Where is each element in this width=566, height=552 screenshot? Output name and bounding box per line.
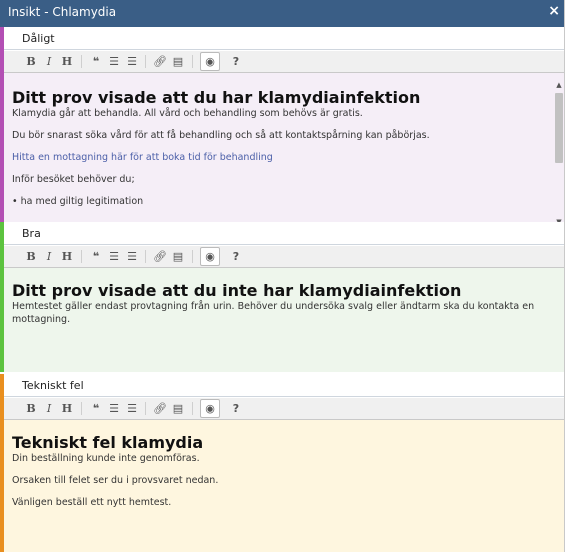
content-heading: Ditt prov visade att du inte har klamydi… (12, 281, 462, 300)
toolbar-separator (192, 250, 193, 263)
toolbar-separator (145, 55, 146, 68)
preview-eye-icon[interactable]: ◉ (200, 399, 220, 418)
editor-toolbar: B I H ❝ ☰ ☰ 🔗︎ ▤ ◉ ? (4, 246, 564, 268)
unordered-list-icon[interactable]: ☰ (106, 246, 122, 267)
section-bra: Bra B I H ❝ ☰ ☰ 🔗︎ ▤ ◉ ? Ditt prov visad… (0, 222, 564, 372)
clinic-link[interactable]: Hitta en mottagning här för att boka tid… (12, 151, 542, 164)
help-icon[interactable]: ? (228, 398, 244, 419)
help-icon[interactable]: ? (228, 246, 244, 267)
section-label: Dåligt (4, 27, 564, 50)
scrollbar[interactable]: ▲ ▼ (553, 73, 564, 230)
toolbar-separator (81, 250, 82, 263)
ordered-list-icon[interactable]: ☰ (124, 246, 140, 267)
help-icon[interactable]: ? (228, 51, 244, 72)
bold-button[interactable]: B (23, 398, 39, 419)
section-daligt: Dåligt B I H ❝ ☰ ☰ 🔗︎ ▤ ◉ ? Ditt prov vi… (0, 27, 564, 230)
italic-button[interactable]: I (41, 398, 57, 419)
scroll-up-arrow[interactable]: ▲ (553, 81, 564, 89)
quote-icon[interactable]: ❝ (88, 398, 104, 419)
image-icon[interactable]: ▤ (170, 51, 186, 72)
content-heading: Tekniskt fel klamydia (12, 433, 204, 452)
image-icon[interactable]: ▤ (170, 398, 186, 419)
heading-button[interactable]: H (59, 398, 75, 419)
toolbar-separator (192, 402, 193, 415)
content-paragraph: Klamydia går att behandla. All vård och … (12, 108, 363, 119)
content-list-item: • ha med giltig legitimation (12, 196, 144, 207)
section-tekniskt-fel: Tekniskt fel B I H ❝ ☰ ☰ 🔗︎ ▤ ◉ ? Teknis… (0, 374, 564, 552)
editor-content[interactable]: Tekniskt fel klamydia Din beställning ku… (4, 420, 564, 552)
italic-button[interactable]: I (41, 246, 57, 267)
editor-content[interactable]: Ditt prov visade att du inte har klamydi… (4, 268, 564, 372)
editor-toolbar: B I H ❝ ☰ ☰ 🔗︎ ▤ ◉ ? (4, 398, 564, 420)
preview-eye-icon[interactable]: ◉ (200, 247, 220, 266)
toolbar-separator (81, 402, 82, 415)
dialog-title: Insikt - Chlamydia (8, 5, 117, 19)
link-icon[interactable]: 🔗︎ (152, 398, 168, 419)
close-icon[interactable]: × (548, 3, 560, 19)
toolbar-separator (81, 55, 82, 68)
heading-button[interactable]: H (59, 51, 75, 72)
quote-icon[interactable]: ❝ (88, 51, 104, 72)
bold-button[interactable]: B (23, 246, 39, 267)
content-paragraph: Orsaken till felet ser du i provsvaret n… (12, 475, 219, 486)
content-paragraph: Du bör snarast söka vård för att få beha… (12, 130, 430, 141)
italic-button[interactable]: I (41, 51, 57, 72)
content-paragraph: Vänligen beställ ett nytt hemtest. (12, 497, 172, 508)
bold-button[interactable]: B (23, 51, 39, 72)
unordered-list-icon[interactable]: ☰ (106, 398, 122, 419)
editor-content[interactable]: Ditt prov visade att du har klamydiainfe… (4, 73, 564, 230)
content-heading: Ditt prov visade att du har klamydiainfe… (12, 88, 421, 107)
toolbar-separator (145, 250, 146, 263)
insight-dialog: Insikt - Chlamydia × Dåligt B I H ❝ ☰ ☰ … (0, 0, 565, 552)
preview-eye-icon[interactable]: ◉ (200, 52, 220, 71)
section-label: Bra (4, 222, 564, 245)
link-icon[interactable]: 🔗︎ (152, 51, 168, 72)
content-paragraph: Hemtestet gäller endast provtagning från… (12, 301, 535, 325)
link-icon[interactable]: 🔗︎ (152, 246, 168, 267)
content-paragraph: Din beställning kunde inte genomföras. (12, 453, 200, 464)
image-icon[interactable]: ▤ (170, 246, 186, 267)
toolbar-separator (192, 55, 193, 68)
toolbar-separator (145, 402, 146, 415)
heading-button[interactable]: H (59, 246, 75, 267)
unordered-list-icon[interactable]: ☰ (106, 51, 122, 72)
content-paragraph: Inför besöket behöver du; (12, 174, 135, 185)
quote-icon[interactable]: ❝ (88, 246, 104, 267)
editor-toolbar: B I H ❝ ☰ ☰ 🔗︎ ▤ ◉ ? (4, 51, 564, 73)
ordered-list-icon[interactable]: ☰ (124, 51, 140, 72)
dialog-titlebar: Insikt - Chlamydia × (0, 0, 564, 27)
ordered-list-icon[interactable]: ☰ (124, 398, 140, 419)
section-label: Tekniskt fel (4, 374, 564, 397)
scroll-thumb[interactable] (555, 93, 563, 163)
